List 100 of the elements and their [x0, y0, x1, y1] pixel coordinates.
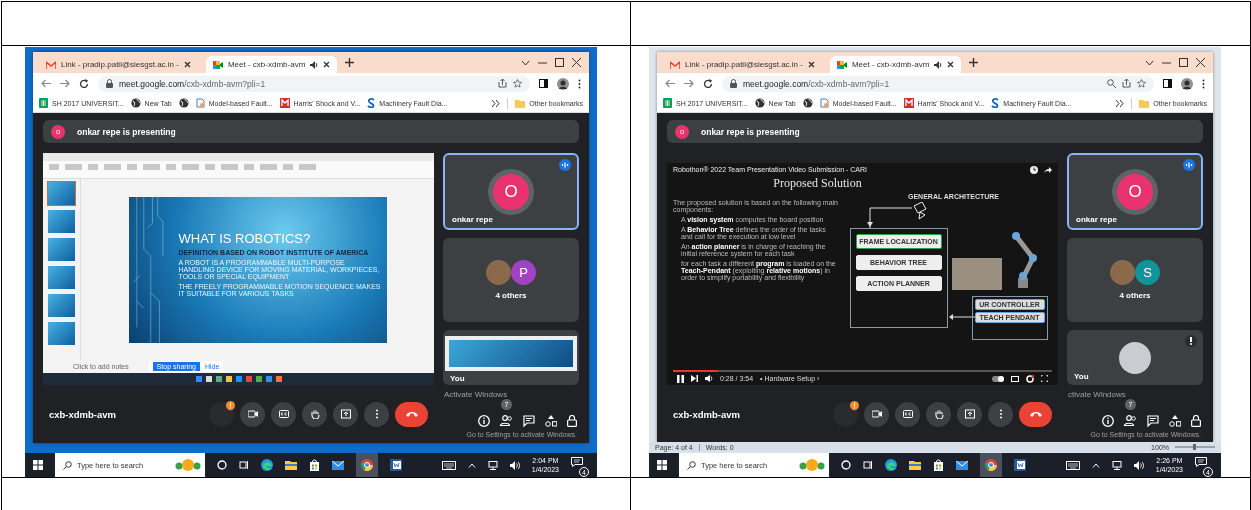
new-tab-icon[interactable]: [345, 58, 355, 67]
volume-icon[interactable]: [1133, 460, 1144, 470]
forward-icon[interactable]: [60, 79, 70, 88]
raise-hand-button[interactable]: [302, 401, 327, 427]
cortana-icon[interactable]: [217, 460, 227, 470]
volume-icon[interactable]: [705, 375, 713, 382]
browser-taskbar-button[interactable]: [980, 453, 1002, 477]
browser-tab[interactable]: Link - pradip.patil@siesgst.ac.in -: [663, 56, 822, 73]
bookmark[interactable]: [178, 98, 189, 108]
windows-start-icon[interactable]: [33, 460, 43, 470]
camera-button[interactable]: [240, 401, 265, 427]
close-icon[interactable]: [1196, 58, 1205, 67]
star-icon[interactable]: [1137, 79, 1146, 88]
zoom-slider-icon[interactable]: [1175, 444, 1215, 450]
browser-tab[interactable]: Meet - cxb-xdmb-avm: [205, 56, 338, 73]
network-icon[interactable]: [1111, 460, 1122, 470]
present-button[interactable]: [333, 401, 358, 427]
participant-tile[interactable]: You: [1067, 330, 1203, 385]
store-icon[interactable]: [933, 459, 944, 471]
activities-icon[interactable]: [1169, 415, 1181, 427]
slide-thumbnail[interactable]: [48, 210, 75, 233]
chat-icon[interactable]: [523, 415, 535, 427]
slide-thumbnail[interactable]: [48, 238, 75, 261]
store-icon[interactable]: [309, 459, 320, 471]
bookmark[interactable]: [802, 98, 813, 108]
reload-icon[interactable]: [79, 78, 89, 89]
participant-tile[interactable]: S 4 others: [1067, 238, 1203, 322]
zoom-icon[interactable]: [1107, 79, 1116, 88]
pause-icon[interactable]: [677, 374, 684, 383]
back-icon[interactable]: [41, 79, 51, 88]
more-options-button[interactable]: [364, 401, 389, 427]
folder-icon[interactable]: [285, 460, 297, 470]
windows-start-icon[interactable]: [657, 460, 667, 470]
word-icon[interactable]: [1014, 459, 1026, 471]
end-call-button[interactable]: [395, 401, 428, 427]
folder-icon[interactable]: [909, 460, 921, 470]
keyboard-icon[interactable]: [1065, 460, 1080, 470]
next-icon[interactable]: [691, 375, 698, 382]
network-icon[interactable]: [487, 460, 498, 470]
present-button[interactable]: [957, 401, 982, 427]
browser-tab[interactable]: Meet - cxb-xdmb-avm: [829, 56, 962, 73]
participant-tile[interactable]: O onkar repe: [1067, 153, 1203, 230]
word-icon[interactable]: [390, 459, 402, 471]
subtitles-icon[interactable]: [1011, 375, 1019, 382]
side-panel-icon[interactable]: [539, 79, 548, 88]
captions-button[interactable]: [895, 401, 920, 427]
back-icon[interactable]: [665, 79, 675, 88]
keyboard-icon[interactable]: [441, 460, 456, 470]
mail-icon[interactable]: [332, 460, 344, 470]
close-icon[interactable]: [807, 61, 815, 68]
browser-tab[interactable]: Link - pradip.patil@siesgst.ac.in -: [39, 56, 198, 73]
profile-avatar-icon[interactable]: [557, 77, 569, 90]
close-icon[interactable]: [947, 61, 955, 68]
close-icon[interactable]: [183, 61, 191, 68]
task-view-icon[interactable]: [239, 460, 249, 470]
slide-thumbnail[interactable]: [48, 182, 75, 205]
fullscreen-icon[interactable]: [1041, 375, 1048, 382]
caret-icon[interactable]: [1145, 59, 1154, 66]
participant-tile[interactable]: P 4 others: [443, 238, 579, 322]
mail-icon[interactable]: [956, 460, 968, 470]
info-icon[interactable]: [478, 415, 490, 427]
captions-button[interactable]: [271, 401, 296, 427]
close-icon[interactable]: [323, 61, 331, 68]
chevron-icon[interactable]: [492, 99, 501, 107]
camera-button[interactable]: [864, 401, 889, 427]
clock-icon[interactable]: [1030, 165, 1038, 174]
edge-icon[interactable]: [261, 459, 273, 471]
chevron-icon[interactable]: [1116, 99, 1125, 107]
share-icon[interactable]: [498, 79, 507, 88]
end-call-button[interactable]: [1019, 401, 1052, 427]
slide-thumbnail[interactable]: [48, 266, 75, 289]
edge-icon[interactable]: [885, 459, 897, 471]
volume-icon[interactable]: [509, 460, 520, 470]
close-icon[interactable]: [572, 58, 581, 67]
address-bar[interactable]: meet.google.com/cxb-xdmb-avm?pli=1: [722, 75, 1154, 92]
more-options-button[interactable]: [988, 401, 1013, 427]
address-bar[interactable]: meet.google.com/cxb-xdmb-avm?pli=1: [98, 75, 530, 92]
new-tab-icon[interactable]: [969, 58, 979, 67]
microphone-button[interactable]: [209, 401, 234, 427]
autoplay-toggle-icon[interactable]: [992, 375, 1004, 382]
host-controls-icon[interactable]: [567, 415, 577, 427]
slide-thumbnail[interactable]: [48, 294, 75, 317]
activities-icon[interactable]: [545, 415, 557, 427]
maximize-icon[interactable]: [1179, 58, 1188, 67]
maximize-icon[interactable]: [555, 58, 564, 67]
settings-icon[interactable]: [1026, 374, 1034, 383]
slide-thumbnail[interactable]: [48, 322, 75, 345]
host-controls-icon[interactable]: [1191, 415, 1201, 427]
side-panel-icon[interactable]: [1163, 79, 1172, 88]
profile-avatar-icon[interactable]: [1181, 77, 1193, 90]
task-view-icon[interactable]: [863, 460, 873, 470]
cortana-icon[interactable]: [841, 460, 851, 470]
forward-icon[interactable]: [684, 79, 694, 88]
microphone-button[interactable]: [833, 401, 858, 427]
reload-icon[interactable]: [703, 78, 713, 89]
share-icon[interactable]: [1122, 79, 1131, 88]
raise-hand-button[interactable]: [926, 401, 951, 427]
info-icon[interactable]: [1102, 415, 1114, 427]
share-icon[interactable]: [1044, 166, 1052, 173]
star-icon[interactable]: [513, 79, 522, 88]
